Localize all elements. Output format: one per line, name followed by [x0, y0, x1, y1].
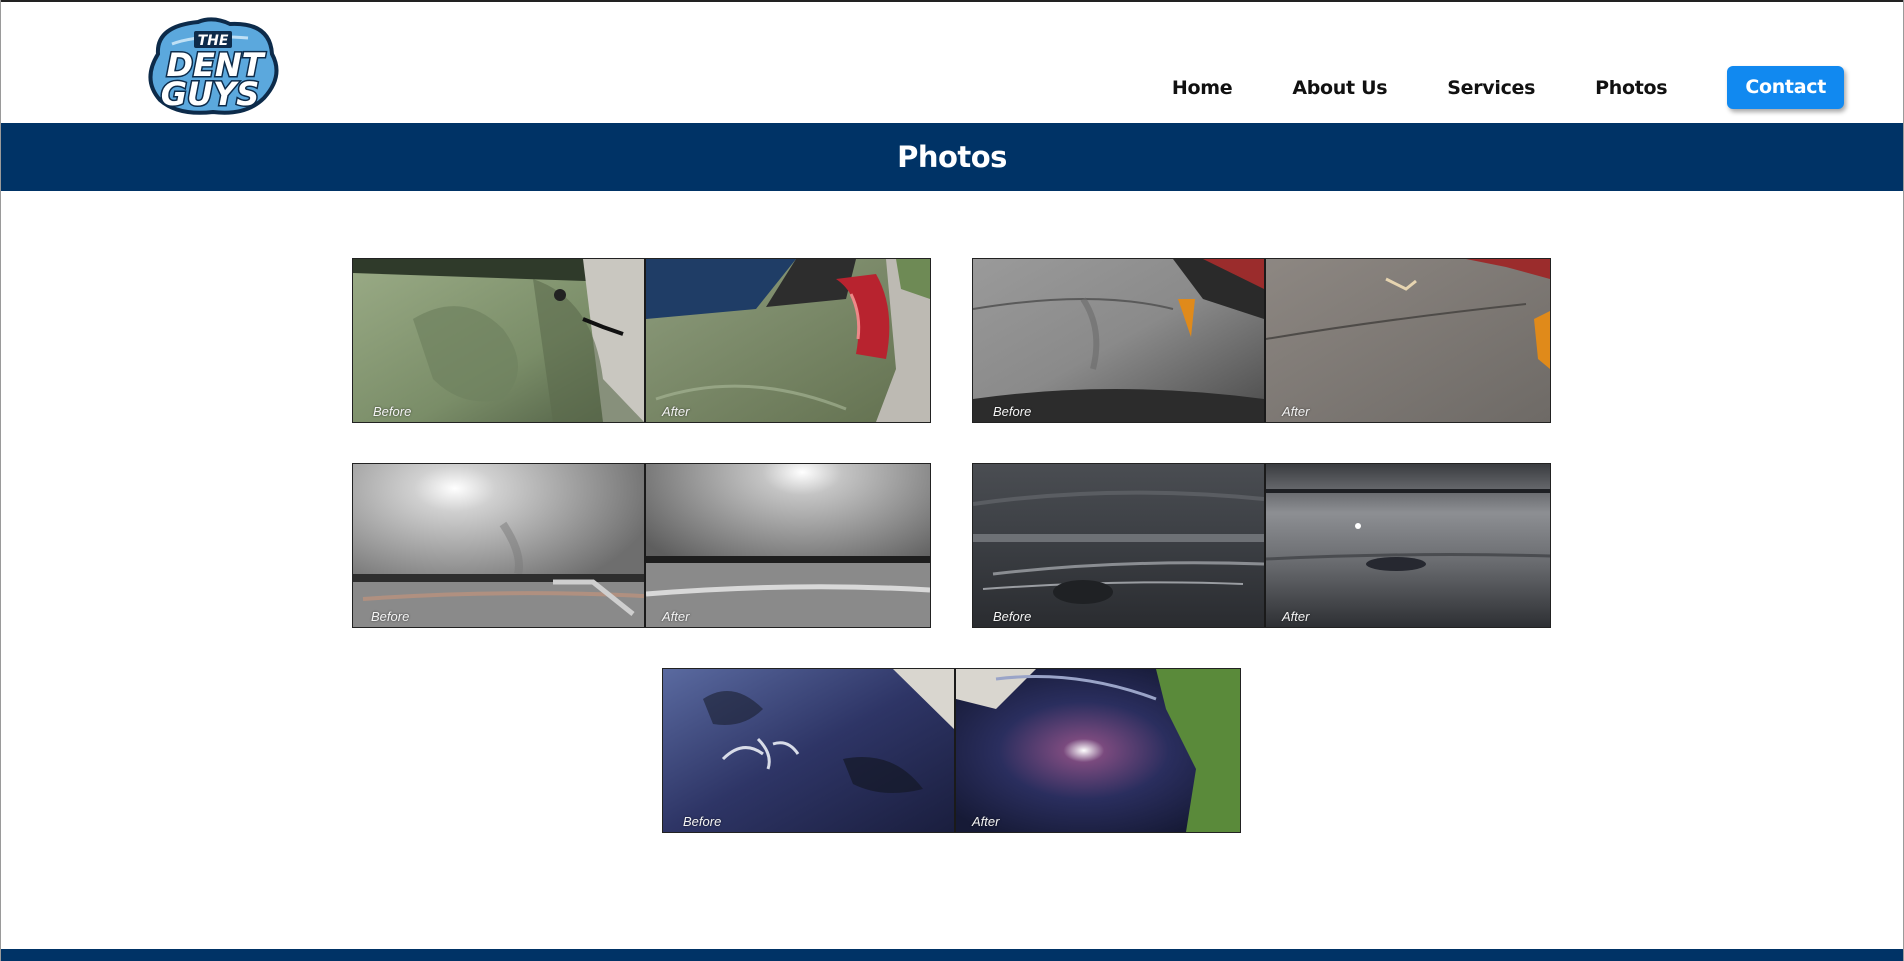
after-image: After [1266, 259, 1550, 422]
after-image: After [1266, 464, 1550, 627]
window-left-border [0, 0, 1, 961]
footer-bar [0, 949, 1904, 961]
after-image: After [646, 464, 930, 627]
after-caption: After [1282, 609, 1310, 624]
gallery-photo-4[interactable]: Before After [972, 463, 1551, 628]
nav-home[interactable]: Home [1172, 77, 1233, 99]
before-image: Before [663, 669, 954, 832]
after-caption: After [662, 404, 690, 419]
before-image: Before [353, 259, 644, 422]
nav-services[interactable]: Services [1447, 77, 1535, 99]
after-caption: After [1282, 404, 1310, 419]
main-nav: Home About Us Services Photos Contact [1172, 66, 1844, 109]
dent-guys-logo[interactable]: THE DENT GUYS [138, 14, 288, 118]
before-image: Before [973, 259, 1264, 422]
nav-about-us[interactable]: About Us [1292, 77, 1387, 99]
nav-photos[interactable]: Photos [1595, 77, 1667, 99]
after-caption: After [662, 609, 690, 624]
gallery-photo-1[interactable]: Before After [352, 258, 931, 423]
page-title-banner: Photos [0, 123, 1904, 191]
after-image: After [956, 669, 1240, 832]
svg-text:GUYS: GUYS [161, 75, 259, 113]
gallery-photo-2[interactable]: Before After [972, 258, 1551, 423]
before-caption: Before [993, 404, 1032, 419]
gallery-photo-3[interactable]: Before After [352, 463, 931, 628]
page-title: Photos [897, 140, 1007, 174]
after-image: After [646, 259, 930, 422]
contact-button[interactable]: Contact [1727, 66, 1844, 109]
after-caption: After [972, 814, 1000, 829]
gallery-photo-5[interactable]: Before After [662, 668, 1241, 833]
before-caption: Before [993, 609, 1032, 624]
site-header: THE DENT GUYS Home About Us Services Pho… [0, 2, 1904, 123]
before-caption: Before [371, 609, 410, 624]
before-image: Before [973, 464, 1264, 627]
before-caption: Before [683, 814, 722, 829]
before-caption: Before [373, 404, 412, 419]
before-image: Before [353, 464, 644, 627]
